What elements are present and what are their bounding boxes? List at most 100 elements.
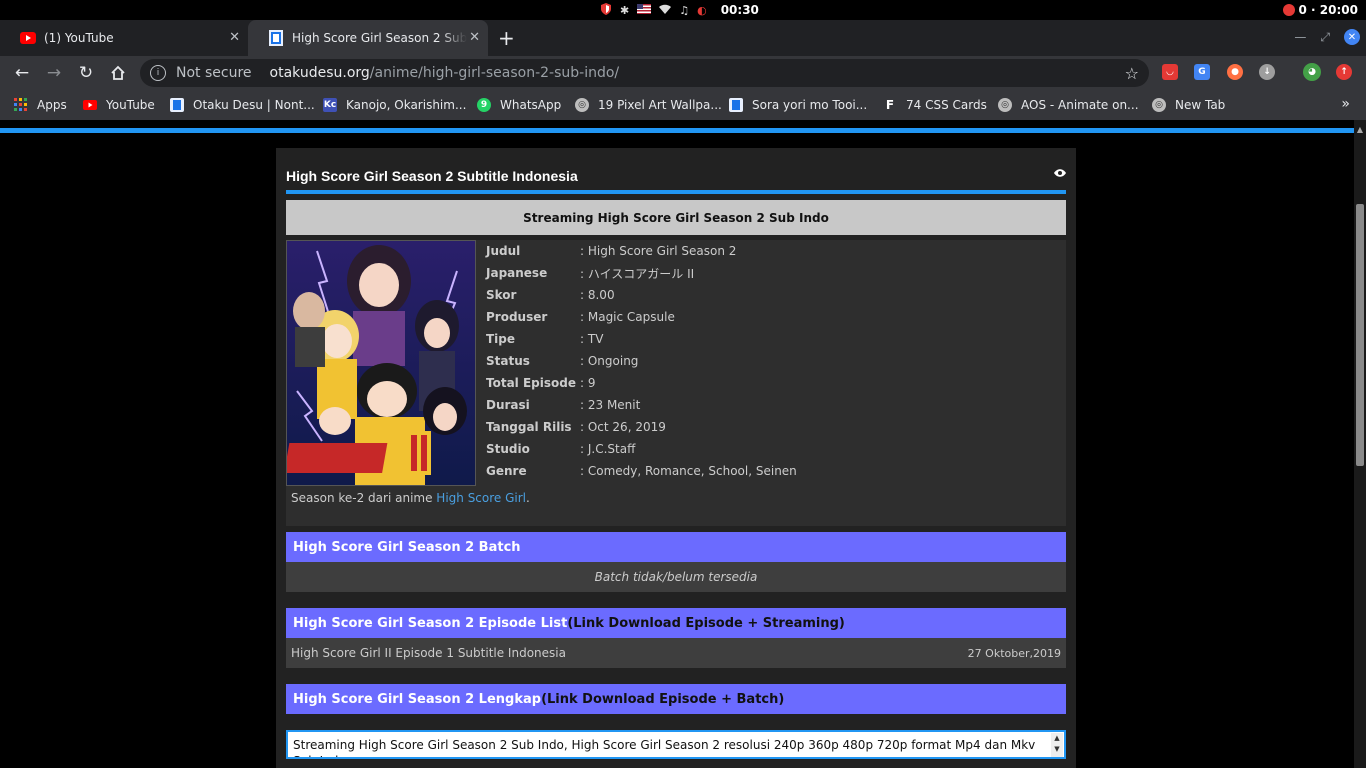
address-bar[interactable]: i Not secure otakudesu.org/anime/high-gi… bbox=[140, 59, 1149, 87]
download-extension-icon[interactable]: ↓ bbox=[1259, 64, 1275, 80]
back-arrow-icon[interactable]: ← bbox=[11, 62, 33, 84]
tags-textarea[interactable]: Streaming High Score Girl Season 2 Sub I… bbox=[286, 730, 1066, 759]
info-row-judul: Judul: High Score Girl Season 2 bbox=[486, 240, 797, 262]
reload-icon[interactable]: ↻ bbox=[75, 62, 97, 84]
profile-avatar-icon[interactable]: ◕ bbox=[1303, 63, 1321, 81]
maximize-icon[interactable]: ⤢ bbox=[1320, 30, 1330, 45]
scroll-up-icon[interactable]: ▲ bbox=[1354, 125, 1366, 134]
info-label: Tanggal Rilis bbox=[486, 420, 572, 434]
system-status-right[interactable]: 0 · 20:00 bbox=[1282, 0, 1358, 20]
info-value: : Magic Capsule bbox=[580, 310, 675, 324]
forward-arrow-icon[interactable]: → bbox=[43, 62, 65, 84]
info-label: Studio bbox=[486, 442, 530, 456]
batch-title: High Score Girl Season 2 Batch bbox=[293, 539, 521, 555]
info-row-status: Status: Ongoing bbox=[486, 350, 797, 372]
music-icon[interactable]: ♫ bbox=[679, 4, 689, 17]
whatsapp-icon: 9 bbox=[477, 98, 491, 112]
new-tab-button[interactable]: + bbox=[498, 26, 515, 50]
url-text[interactable]: otakudesu.org/anime/high-girl-season-2-s… bbox=[270, 65, 620, 81]
info-row-skor: Skor : 8.00 bbox=[486, 284, 797, 306]
bookmark-label: Otaku Desu | Nont... bbox=[193, 98, 315, 112]
header-accent-line bbox=[0, 128, 1354, 133]
tags-text: Streaming High Score Girl Season 2 Sub I… bbox=[293, 738, 1036, 757]
system-tray: ✱ ♫ ◐ 00:30 bbox=[600, 0, 759, 20]
bookmark-aos[interactable]: ◎ AOS - Animate on... bbox=[998, 90, 1139, 120]
system-clock[interactable]: 00:30 bbox=[721, 3, 759, 17]
kc-favicon-icon: Kc bbox=[323, 98, 337, 112]
fire-extension-icon[interactable]: ● bbox=[1227, 64, 1243, 80]
wifi-icon[interactable] bbox=[659, 4, 672, 17]
episode-title-link[interactable]: High Score Girl II Episode 1 Subtitle In… bbox=[291, 646, 566, 660]
info-label: Skor bbox=[486, 288, 517, 302]
scroll-up-icon[interactable]: ▲ bbox=[1051, 733, 1063, 744]
episode-list-header: High Score Girl Season 2 Episode List (L… bbox=[286, 608, 1066, 638]
info-label: Genre bbox=[486, 464, 527, 478]
record-icon[interactable]: ◐ bbox=[697, 4, 707, 17]
bookmark-whatsapp[interactable]: 9 WhatsApp bbox=[477, 90, 561, 120]
bookmark-label: Kanojo, Okarishim... bbox=[346, 98, 467, 112]
bookmark-otaku-desu[interactable]: Otaku Desu | Nont... bbox=[170, 90, 315, 120]
shield-icon[interactable] bbox=[600, 2, 612, 18]
bookmark-new-tab[interactable]: ◎ New Tab bbox=[1152, 90, 1225, 120]
chevron-double-right-icon[interactable]: » bbox=[1341, 96, 1350, 112]
lengkap-section-header: High Score Girl Season 2 Lengkap (Link D… bbox=[286, 684, 1066, 714]
bookmark-label: AOS - Animate on... bbox=[1021, 98, 1139, 112]
system-bar: ✱ ♫ ◐ 00:30 0 · 20:00 bbox=[0, 0, 1366, 20]
bookmark-kanojo[interactable]: Kc Kanojo, Okarishim... bbox=[323, 90, 466, 120]
flag-icon[interactable] bbox=[637, 3, 652, 17]
security-indicator[interactable]: Not secure bbox=[176, 65, 252, 81]
page-favicon-icon bbox=[170, 98, 184, 112]
info-value: : J.C.Staff bbox=[580, 442, 636, 456]
tab-otakudesu[interactable]: High Score Girl Season 2 Subtitle ✕ bbox=[248, 20, 488, 56]
scroll-down-icon[interactable]: ▼ bbox=[1051, 744, 1063, 755]
f-favicon-icon: F bbox=[885, 98, 895, 112]
info-value: : Ongoing bbox=[580, 354, 639, 368]
update-icon[interactable]: ↑ bbox=[1336, 64, 1352, 80]
anime-poster bbox=[286, 240, 476, 486]
globe-icon: ◎ bbox=[998, 98, 1012, 112]
page-favicon-icon bbox=[268, 30, 284, 46]
timer-text: 0 · 20:00 bbox=[1298, 3, 1358, 17]
textarea-scrollbar[interactable]: ▲ ▼ bbox=[1051, 733, 1063, 757]
info-value: : Oct 26, 2019 bbox=[580, 420, 666, 434]
youtube-icon bbox=[20, 30, 36, 46]
info-row-durasi: Durasi: 23 Menit bbox=[486, 394, 797, 416]
pocket-extension-icon[interactable]: ◡ bbox=[1162, 64, 1178, 80]
page-scrollbar[interactable]: ▲ bbox=[1354, 120, 1366, 768]
streaming-title: Streaming High Score Girl Season 2 Sub I… bbox=[523, 210, 829, 225]
info-label: Produser bbox=[486, 310, 548, 324]
globe-icon: ◎ bbox=[575, 98, 589, 112]
bookmark-youtube[interactable]: YouTube bbox=[83, 90, 155, 120]
synopsis-link[interactable]: High Score Girl bbox=[436, 491, 526, 505]
heading-underline bbox=[286, 190, 1066, 194]
page-title: High Score Girl Season 2 Subtitle Indone… bbox=[286, 168, 578, 184]
bookmark-label: Apps bbox=[37, 98, 67, 112]
info-value: : ハイスコアガール II bbox=[580, 266, 695, 281]
episode-row[interactable]: High Score Girl II Episode 1 Subtitle In… bbox=[286, 638, 1066, 668]
bookmark-star-icon[interactable]: ☆ bbox=[1125, 64, 1139, 83]
info-value: : 23 Menit bbox=[580, 398, 641, 412]
minimize-icon[interactable]: — bbox=[1294, 30, 1306, 44]
home-icon[interactable] bbox=[107, 62, 129, 84]
bookmarks-bar: Apps YouTube Otaku Desu | Nont... Kc Kan… bbox=[0, 90, 1366, 120]
scrollbar-thumb[interactable] bbox=[1356, 204, 1364, 466]
info-value: : 8.00 bbox=[580, 288, 615, 302]
bookmark-apps[interactable]: Apps bbox=[14, 90, 67, 120]
close-icon[interactable]: ✕ bbox=[469, 30, 480, 45]
bluetooth-icon[interactable]: ✱ bbox=[620, 4, 629, 17]
info-icon[interactable]: i bbox=[150, 65, 166, 81]
info-value: : 9 bbox=[580, 376, 596, 390]
batch-section-header: High Score Girl Season 2 Batch bbox=[286, 532, 1066, 562]
episode-date: 27 Oktober,2019 bbox=[967, 646, 1061, 660]
anime-info-list: Judul: High Score Girl Season 2 Japanese… bbox=[486, 240, 797, 482]
info-row-japanese: Japanese: ハイスコアガール II bbox=[486, 262, 797, 284]
lengkap-suffix: (Link Download Episode + Batch) bbox=[541, 691, 785, 707]
close-window-icon[interactable]: ✕ bbox=[1344, 29, 1360, 45]
bookmark-css-cards[interactable]: F 74 CSS Cards bbox=[883, 90, 987, 120]
tab-youtube[interactable]: (1) YouTube ✕ bbox=[0, 20, 248, 56]
close-icon[interactable]: ✕ bbox=[229, 30, 240, 45]
translate-extension-icon[interactable]: G bbox=[1194, 64, 1210, 80]
bookmark-pixel-art[interactable]: ◎ 19 Pixel Art Wallpa... bbox=[575, 90, 722, 120]
bookmark-sora-yori[interactable]: Sora yori mo Tooi... bbox=[729, 90, 867, 120]
info-row-genre: Genre: Comedy, Romance, School, Seinen bbox=[486, 460, 797, 482]
